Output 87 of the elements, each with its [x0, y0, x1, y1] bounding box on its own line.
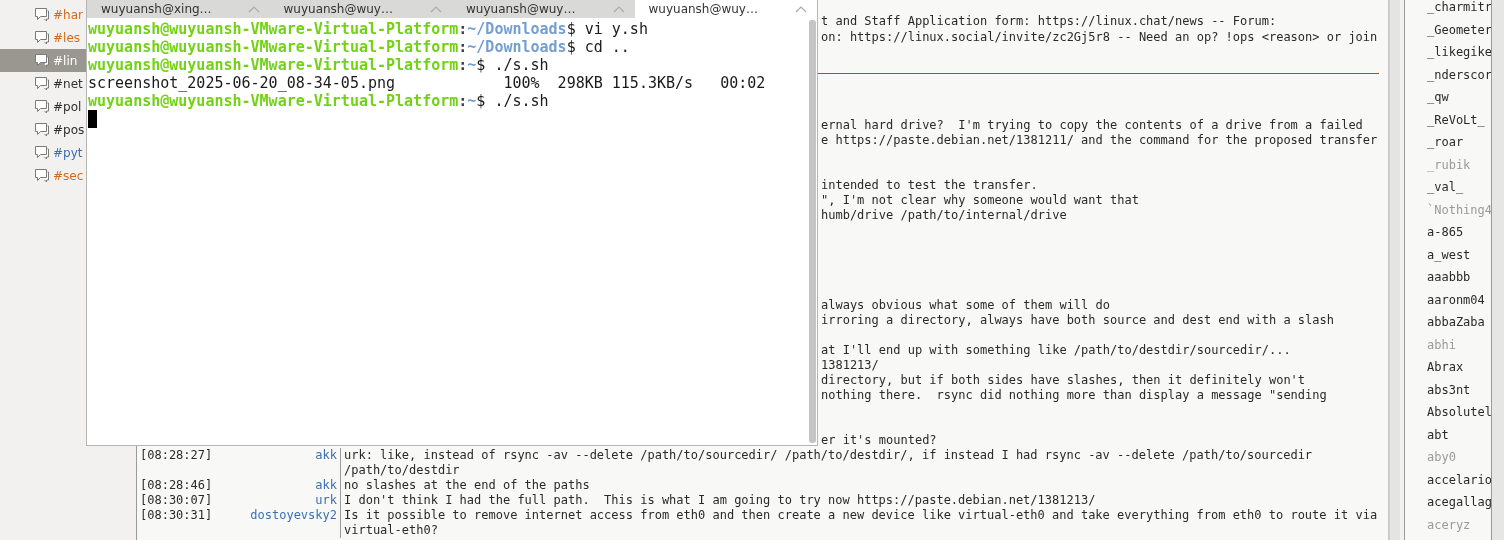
scrollbar[interactable] — [809, 20, 816, 443]
user-item[interactable]: _ReVoLt_ — [1405, 108, 1491, 131]
command-text: $ cd .. — [566, 38, 630, 56]
user-item[interactable]: abbaZaba — [1405, 311, 1491, 334]
user-item[interactable]: _charmitr — [1405, 0, 1491, 19]
terminal-tab[interactable]: wuyuansh@wuy… — [269, 0, 452, 18]
message-text: irroring a directory, always have both source and dest end with a slash — [821, 313, 1335, 328]
message-text: nothing there. rsync did nothing more than display a message "sending — [821, 388, 1328, 403]
timestamp: [08:30:07] — [139, 493, 210, 508]
user-item[interactable]: abs3nt — [1405, 378, 1491, 401]
command-text: $ ./s.sh — [476, 56, 549, 74]
scrollbar[interactable] — [1389, 0, 1400, 540]
timestamp: [08:30:31] — [139, 508, 210, 524]
message-text: humb/drive /path/to/internal/drive — [821, 208, 1068, 223]
channel-item[interactable]: #pol — [0, 95, 86, 118]
message-text: virtual-eth0? — [344, 523, 439, 538]
terminal-tab[interactable]: wuyuansh@wuy… — [452, 0, 635, 18]
chat-bubble-icon — [34, 168, 50, 183]
message-text: urk: like, instead of rsync -av --delete /path/to/sourcedir/ /path/to/destdir/, if instead I had rsync -av --delete /path/to/sourcedir — [344, 448, 1313, 463]
user-item[interactable]: accelario — [1405, 468, 1491, 491]
message-text: Is it possible to remove internet access from eth0 and then create a new device like virtual-eth0 and take everything from eth0 to route it via — [344, 508, 1378, 523]
user-item[interactable]: Abrax — [1405, 356, 1491, 379]
timestamp: [08:28:27] — [139, 448, 210, 464]
prompt-path: ~/Downloads — [467, 20, 567, 38]
caret-icon[interactable] — [795, 5, 807, 13]
message-text: directory, but if both sides have slashes, then it definitely won't — [821, 373, 1307, 388]
chat-bubble-icon — [34, 76, 50, 91]
prompt-separator: : — [458, 38, 468, 56]
message-text: intended to test the transfer. — [821, 178, 1039, 193]
message-text: 1381213/ — [821, 358, 880, 373]
message-text: ernal hard drive? I'm trying to copy the contents of a drive from a failed — [821, 118, 1364, 133]
nick-name[interactable]: dostoyevsky2 — [210, 508, 340, 538]
chat-bubble-icon — [34, 7, 50, 22]
user-item[interactable]: _qw — [1405, 86, 1491, 109]
message-text: /path/to/destdir — [344, 463, 461, 478]
terminal-tab[interactable]: wuyuansh@wuy… — [634, 0, 817, 18]
timestamp: [08:28:46] — [139, 478, 210, 493]
topic-text: t and Staff Application form: https://linux.chat/news -- Forum: — [821, 13, 1278, 29]
user-item[interactable]: _val_ — [1405, 176, 1491, 199]
caret-icon[interactable] — [612, 5, 625, 13]
message-text: no slashes at the end of the paths — [344, 478, 590, 493]
user-item[interactable]: _Geometer — [1405, 18, 1491, 41]
user-item[interactable]: _likegike — [1405, 41, 1491, 64]
prompt-separator: : — [458, 92, 468, 110]
chat-bubble-icon — [34, 53, 50, 68]
user-item[interactable]: _roar — [1405, 131, 1491, 154]
prompt-path: ~ — [467, 56, 477, 74]
prompt-path: ~/Downloads — [467, 38, 567, 56]
caret-icon[interactable] — [430, 5, 442, 13]
nick-name[interactable]: akk — [210, 448, 340, 478]
user-item[interactable]: abt — [1405, 423, 1491, 446]
nick-name[interactable]: urk — [210, 493, 340, 508]
prompt-user-host: wuyuansh@wuyuansh-VMware-Virtual-Platform — [88, 20, 459, 38]
channel-item[interactable]: #pos — [0, 118, 86, 141]
user-item[interactable]: a-865 — [1405, 221, 1491, 244]
command-text: $ ./s.sh — [476, 92, 549, 110]
output-text: screenshot_2025-06-20_08-34-05.png 100% 298KB 115.3KB/s 00:02 — [88, 74, 766, 92]
chat-bubble-icon — [34, 99, 50, 114]
channel-item[interactable]: #pyt — [0, 141, 86, 164]
message-text: e https://paste.debian.net/1381211/ and the command for the proposed transfer — [821, 133, 1379, 148]
message-text: at I'll end up with something like /path/to/destdir/sourcedir/... — [821, 343, 1292, 358]
chat-bubble-icon — [34, 145, 50, 160]
prompt-path: ~ — [467, 92, 477, 110]
user-item[interactable]: a_west — [1405, 243, 1491, 266]
message-text: I don't think I had the full path. This is what I am going to try now https://paste.debian.net/1381213/ — [344, 493, 1096, 508]
scrollbar[interactable] — [1492, 0, 1504, 540]
user-item[interactable]: Absolutel — [1405, 401, 1491, 424]
command-text: $ vi y.sh — [566, 20, 648, 38]
message-text: always obvious what some of them will do — [821, 298, 1111, 313]
message-text: ", I'm not clear why someone would want that — [821, 193, 1140, 208]
prompt-user-host: wuyuansh@wuyuansh-VMware-Virtual-Platform — [88, 92, 459, 110]
user-item[interactable]: acegallag — [1405, 491, 1491, 514]
prompt-separator: : — [458, 56, 468, 74]
user-item[interactable]: _nderscor — [1405, 63, 1491, 86]
chat-bubble-icon — [34, 30, 50, 45]
user-item[interactable]: aaronm04 — [1405, 288, 1491, 311]
channel-item[interactable]: #net — [0, 72, 86, 95]
prompt-separator: : — [458, 20, 468, 38]
nick-name[interactable]: akk — [210, 478, 340, 493]
user-item[interactable]: aaabbb — [1405, 266, 1491, 289]
prompt-user-host: wuyuansh@wuyuansh-VMware-Virtual-Platform — [88, 38, 459, 56]
terminal-tab[interactable]: wuyuansh@xing… — [87, 0, 270, 18]
prompt-user-host: wuyuansh@wuyuansh-VMware-Virtual-Platform — [88, 56, 459, 74]
message-text: er it's mounted? — [821, 433, 938, 448]
chat-bubble-icon — [34, 122, 50, 137]
topic-text: on: https://linux.social/invite/zc2Gj5r8 -- Need an op? !ops <reason> or join — [821, 29, 1379, 45]
caret-icon[interactable] — [247, 5, 260, 13]
